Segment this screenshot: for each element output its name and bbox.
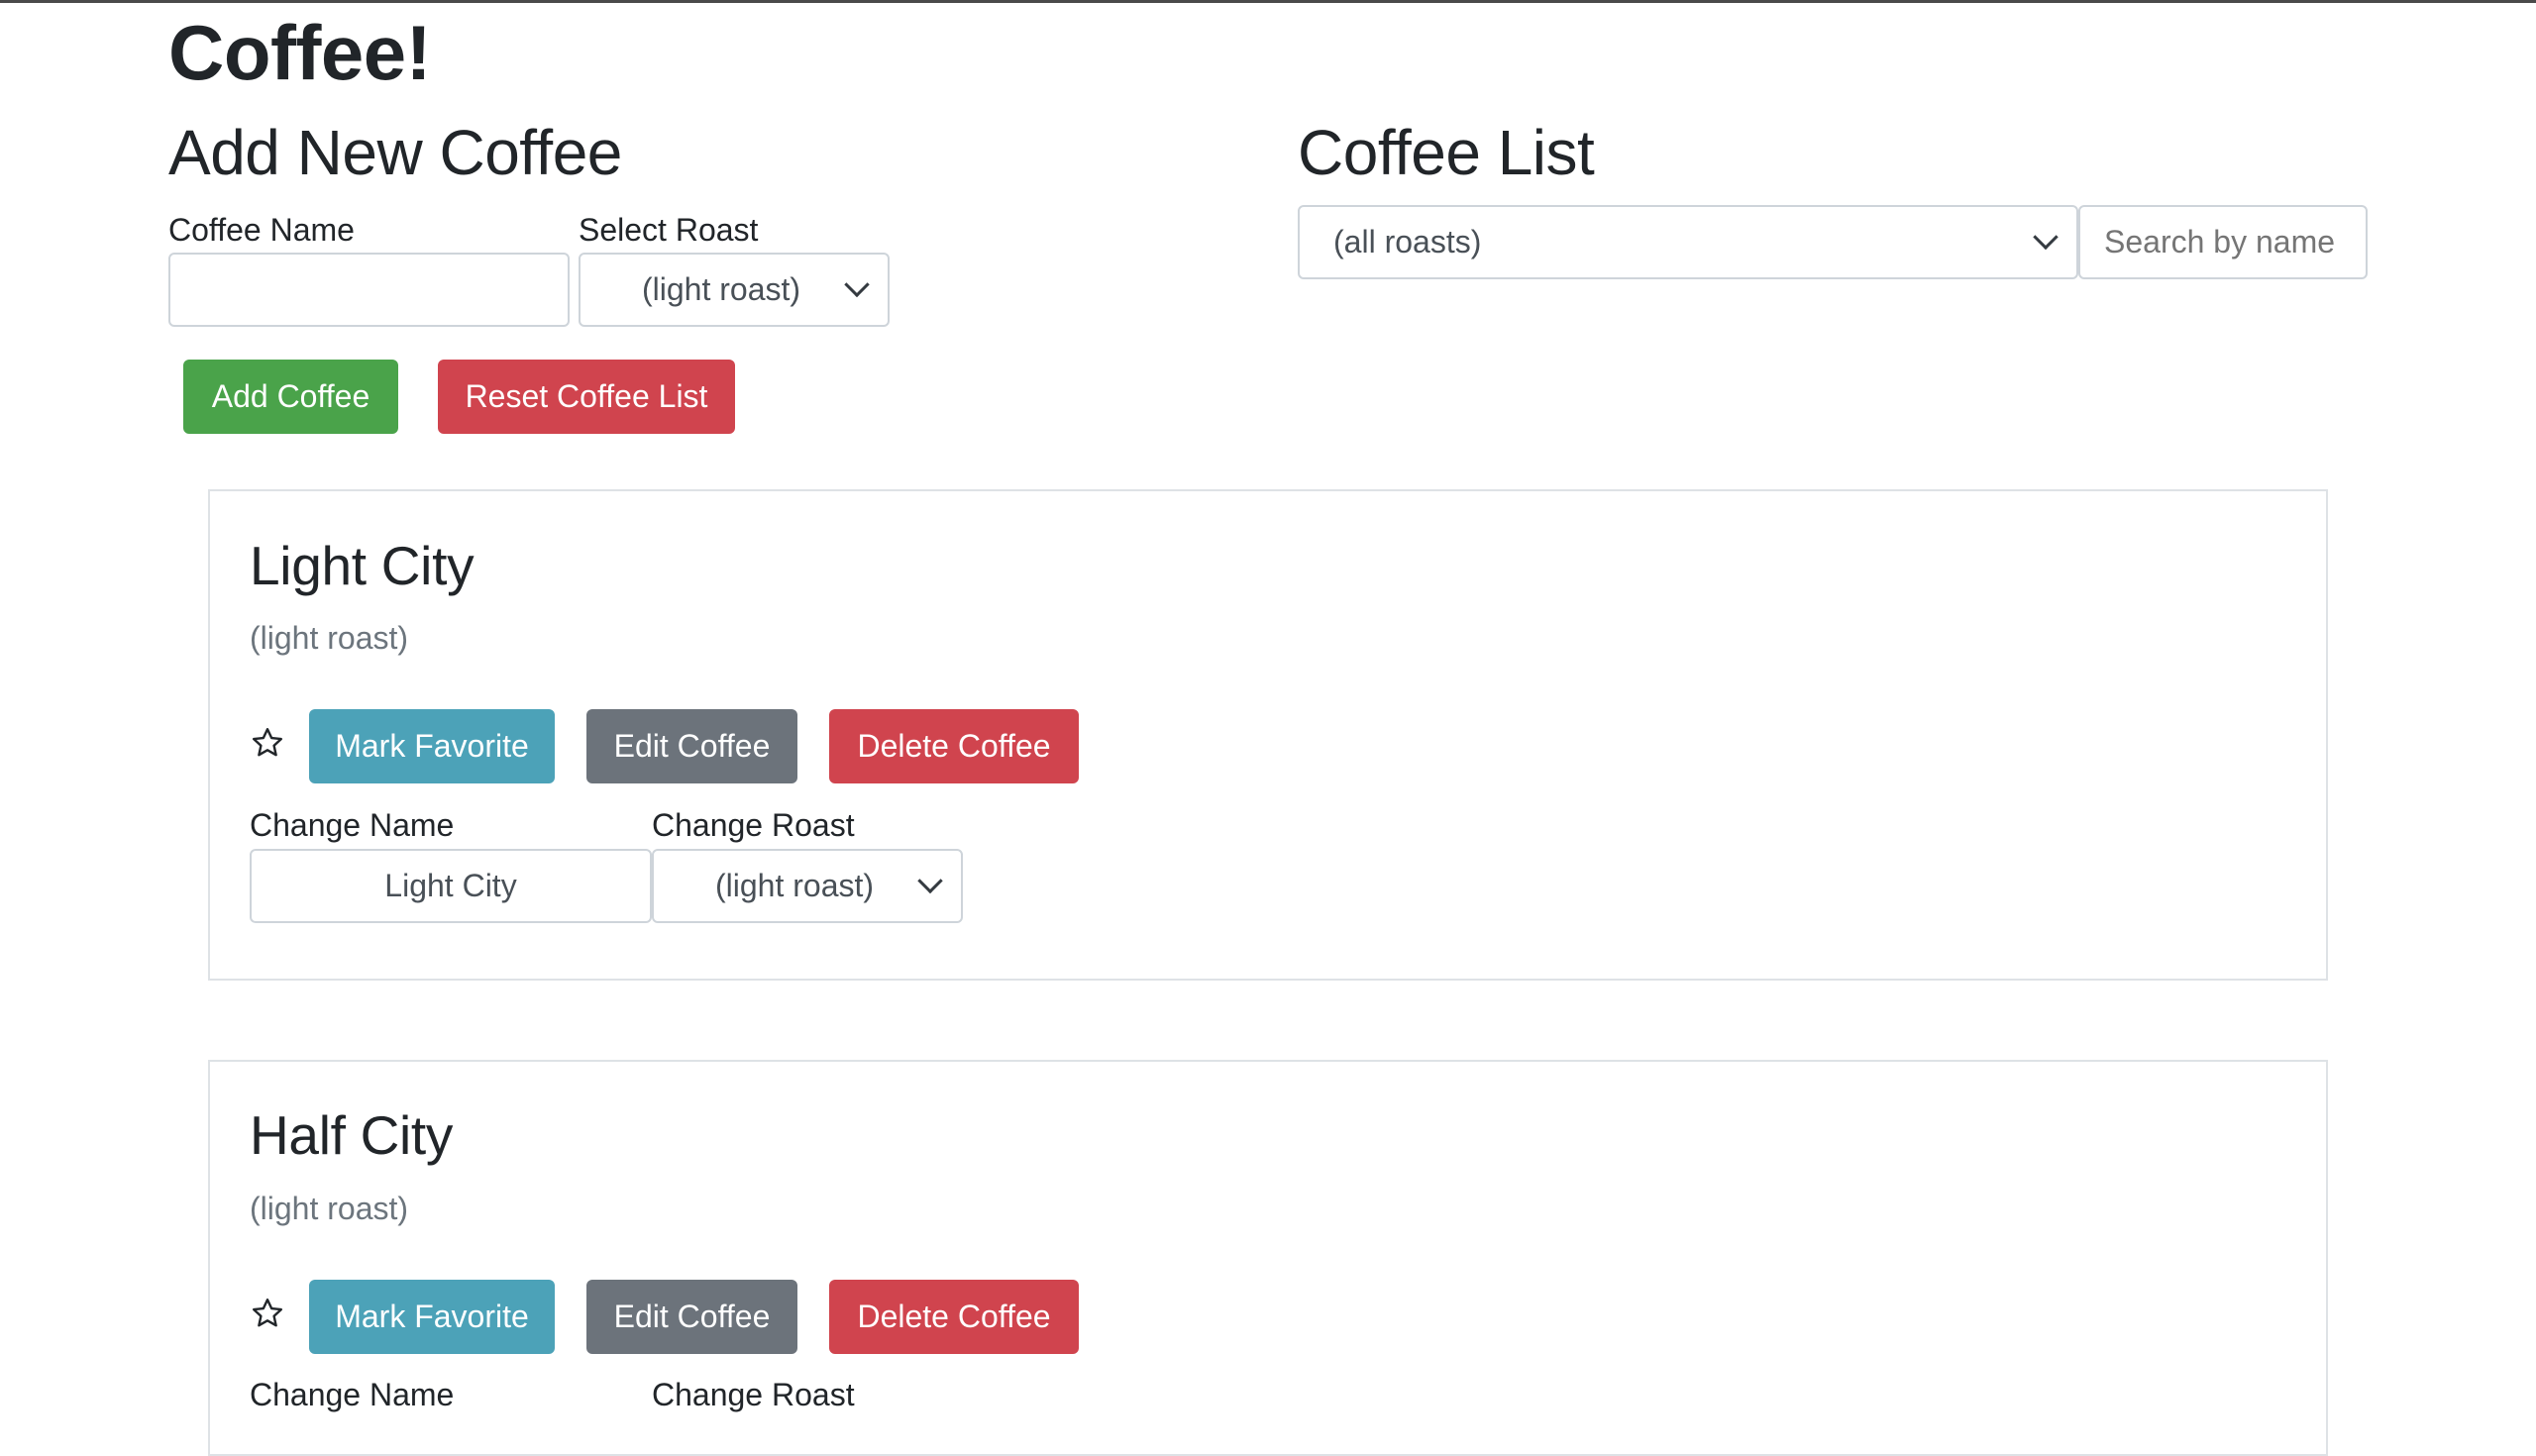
add-coffee-button[interactable]: Add Coffee bbox=[183, 360, 398, 434]
mark-favorite-button[interactable]: Mark Favorite bbox=[309, 1280, 555, 1354]
coffee-name-input[interactable] bbox=[168, 253, 570, 327]
coffee-name: Light City bbox=[250, 535, 475, 596]
search-input[interactable] bbox=[2078, 205, 2368, 279]
roast-select-value: (light roast) bbox=[642, 271, 801, 307]
delete-coffee-button[interactable]: Delete Coffee bbox=[829, 709, 1079, 783]
star-outline-icon[interactable] bbox=[250, 1296, 285, 1331]
edit-coffee-button[interactable]: Edit Coffee bbox=[586, 709, 797, 783]
change-roast-label: Change Roast bbox=[652, 807, 855, 843]
roast-select[interactable]: (light roast) bbox=[579, 253, 890, 327]
coffee-roast: (light roast) bbox=[250, 620, 409, 656]
edit-coffee-button[interactable]: Edit Coffee bbox=[586, 1280, 797, 1354]
top-border bbox=[0, 0, 2536, 3]
change-name-label: Change Name bbox=[250, 1377, 455, 1412]
coffee-list-heading: Coffee List bbox=[1298, 117, 1595, 188]
star-outline-icon[interactable] bbox=[250, 725, 285, 761]
change-roast-select[interactable]: (light roast) bbox=[652, 849, 963, 923]
delete-coffee-button[interactable]: Delete Coffee bbox=[829, 1280, 1079, 1354]
chevron-down-icon bbox=[844, 271, 870, 297]
change-roast-label: Change Roast bbox=[652, 1377, 855, 1412]
change-roast-value: (light roast) bbox=[715, 868, 875, 903]
mark-favorite-button[interactable]: Mark Favorite bbox=[309, 709, 555, 783]
add-form-heading: Add New Coffee bbox=[168, 117, 622, 188]
page-title: Coffee! bbox=[168, 9, 432, 96]
reset-coffee-list-button[interactable]: Reset Coffee List bbox=[438, 360, 735, 434]
change-name-label: Change Name bbox=[250, 807, 455, 843]
roast-filter-select[interactable]: (all roasts) bbox=[1298, 205, 2078, 279]
coffee-card bbox=[208, 1060, 2328, 1456]
roast-filter-value: (all roasts) bbox=[1333, 224, 1482, 260]
chevron-down-icon bbox=[2033, 224, 2059, 250]
select-roast-label: Select Roast bbox=[579, 212, 759, 248]
chevron-down-icon bbox=[917, 868, 943, 893]
coffee-roast: (light roast) bbox=[250, 1191, 409, 1226]
change-name-input[interactable] bbox=[250, 849, 652, 923]
coffee-name: Half City bbox=[250, 1104, 454, 1166]
coffee-name-label: Coffee Name bbox=[168, 212, 355, 248]
